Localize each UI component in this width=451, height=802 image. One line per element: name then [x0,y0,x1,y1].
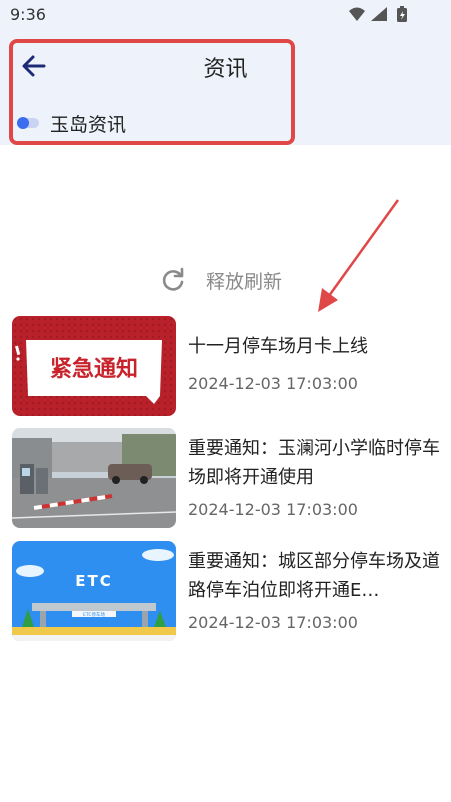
annotation-arrow-icon [318,199,400,312]
news-item[interactable]: ETC ETC停车场 重要通知：城区部分停车场及道路停车泊位即将开通E… 202… [12,541,442,641]
wifi-icon [349,7,365,21]
news-date: 2024-12-03 17:03:00 [188,500,358,519]
etc-thumbnail-text: ETC [75,572,113,590]
news-item[interactable]: 重要通知：玉澜河小学临时停车场即将开通使用 2024-12-03 17:03:0… [12,428,442,528]
etc-sign-text: ETC停车场 [83,611,105,618]
news-title: 重要通知：城区部分停车场及道路停车泊位即将开通E… [188,551,440,601]
status-icons [349,6,407,22]
news-thumbnail-etc: ETC ETC停车场 [12,541,176,641]
news-title: 十一月停车场月卡上线 [188,336,368,357]
news-date: 2024-12-03 17:03:00 [188,613,358,632]
news-date: 2024-12-03 17:03:00 [188,374,358,393]
refresh-icon [162,267,184,291]
news-thumbnail-urgent: 紧急通知 [12,316,176,416]
news-title: 重要通知：玉澜河小学临时停车场即将开通使用 [188,438,440,488]
urgent-thumbnail-text: 紧急通知 [50,356,138,382]
pull-refresh-indicator: 释放刷新 [160,266,282,294]
status-time: 9:36 [10,5,46,24]
news-thumbnail-parking-gate [12,428,176,528]
refresh-label: 释放刷新 [206,270,283,293]
status-bar: 9:36 [0,0,451,34]
news-item[interactable]: 紧急通知 十一月停车场月卡上线 2024-12-03 17:03:00 [12,316,442,416]
cellular-signal-icon [371,7,387,21]
battery-icon [397,6,407,22]
annotation-highlight-box [9,39,295,145]
